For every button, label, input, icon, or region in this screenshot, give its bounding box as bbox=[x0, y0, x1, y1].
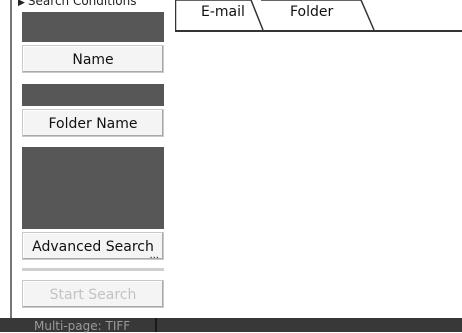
folder-name-value-field bbox=[22, 84, 164, 106]
triangle-icon: ▶ bbox=[18, 0, 25, 8]
search-conditions-label: Search Conditions bbox=[27, 0, 137, 8]
separator bbox=[22, 268, 164, 271]
name-value-field bbox=[22, 12, 164, 42]
left-frame-line bbox=[10, 0, 12, 318]
ellipsis-icon: ... bbox=[149, 250, 159, 261]
advanced-search-label: Advanced Search bbox=[32, 239, 154, 255]
folder-name-button[interactable]: Folder Name bbox=[22, 109, 164, 137]
status-bar: Multi-page: TIFF bbox=[0, 318, 462, 333]
tab-folder[interactable]: Folder bbox=[290, 4, 333, 20]
start-search-button[interactable]: Start Search bbox=[22, 280, 164, 308]
name-button[interactable]: Name bbox=[22, 45, 164, 73]
status-format-text: Multi-page: TIFF bbox=[34, 319, 131, 333]
search-conditions-title: ▶ Search Conditions bbox=[18, 0, 136, 8]
advanced-search-value-field bbox=[22, 147, 164, 229]
tab-bar: E-mail Folder bbox=[175, 0, 462, 35]
advanced-search-button[interactable]: Advanced Search ... bbox=[22, 232, 164, 261]
tab-email[interactable]: E-mail bbox=[201, 4, 245, 20]
status-divider bbox=[155, 318, 157, 332]
